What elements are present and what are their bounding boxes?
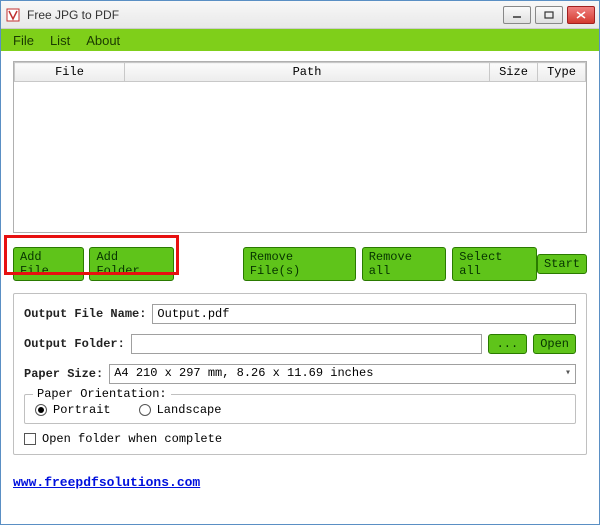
open-folder-button[interactable]: Open <box>533 334 576 354</box>
output-file-label: Output File Name: <box>24 307 146 321</box>
settings-panel: Output File Name: Output.pdf Output Fold… <box>13 293 587 455</box>
add-file-button[interactable]: Add File <box>13 247 84 281</box>
output-folder-input[interactable] <box>131 334 482 354</box>
app-window: Free JPG to PDF File List About File Pat… <box>0 0 600 525</box>
open-when-complete-checkbox[interactable]: Open folder when complete <box>24 432 576 446</box>
minimize-button[interactable] <box>503 6 531 24</box>
open-when-complete-label: Open folder when complete <box>42 432 222 446</box>
website-link[interactable]: www.freepdfsolutions.com <box>13 475 587 490</box>
app-icon <box>5 7 21 23</box>
action-button-row: Add File Add Folder Remove File(s) Remov… <box>13 247 587 281</box>
remove-all-button[interactable]: Remove all <box>362 247 447 281</box>
select-all-button[interactable]: Select all <box>452 247 537 281</box>
close-button[interactable] <box>567 6 595 24</box>
column-header-type[interactable]: Type <box>538 63 586 82</box>
menu-list[interactable]: List <box>44 31 76 50</box>
paper-size-label: Paper Size: <box>24 367 103 381</box>
output-folder-label: Output Folder: <box>24 337 125 351</box>
menu-about[interactable]: About <box>80 31 126 50</box>
start-button[interactable]: Start <box>537 254 587 274</box>
add-folder-button[interactable]: Add Folder <box>89 247 174 281</box>
browse-folder-button[interactable]: ... <box>488 334 528 354</box>
portrait-label: Portrait <box>53 403 111 417</box>
column-header-file[interactable]: File <box>15 63 125 82</box>
remove-files-button[interactable]: Remove File(s) <box>243 247 356 281</box>
orientation-fieldset: Paper Orientation: Portrait Landscape <box>24 394 576 424</box>
paper-size-select[interactable]: A4 210 x 297 mm, 8.26 x 11.69 inches <box>109 364 576 384</box>
menubar: File List About <box>1 29 599 51</box>
landscape-radio[interactable]: Landscape <box>139 403 222 417</box>
output-file-input[interactable]: Output.pdf <box>152 304 576 324</box>
content-area: File Path Size Type Add File Add Folder … <box>1 51 599 498</box>
titlebar: Free JPG to PDF <box>1 1 599 29</box>
portrait-radio[interactable]: Portrait <box>35 403 111 417</box>
column-header-path[interactable]: Path <box>125 63 490 82</box>
window-controls <box>503 6 595 24</box>
maximize-button[interactable] <box>535 6 563 24</box>
window-title: Free JPG to PDF <box>27 8 503 22</box>
radio-icon <box>35 404 47 416</box>
file-table[interactable]: File Path Size Type <box>13 61 587 233</box>
checkbox-icon <box>24 433 36 445</box>
menu-file[interactable]: File <box>7 31 40 50</box>
orientation-legend: Paper Orientation: <box>33 387 171 401</box>
landscape-label: Landscape <box>157 403 222 417</box>
column-header-size[interactable]: Size <box>490 63 538 82</box>
radio-icon <box>139 404 151 416</box>
